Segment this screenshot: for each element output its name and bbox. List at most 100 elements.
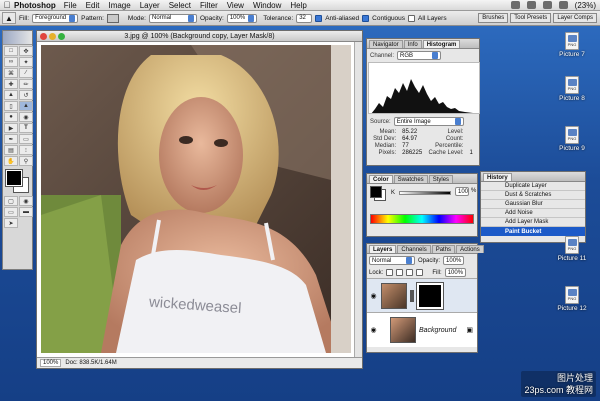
dodge-tool-icon[interactable]: ◉ — [19, 112, 33, 122]
bluetooth-icon[interactable] — [542, 1, 552, 9]
paint-bucket-tool-icon[interactable]: ▲ — [19, 101, 33, 111]
tab-paths[interactable]: Paths — [431, 245, 456, 253]
zoom-field[interactable]: 100% — [40, 359, 62, 367]
lock-pixels-checkbox[interactable] — [396, 269, 404, 276]
tab-info[interactable]: Info — [403, 40, 422, 48]
tab-actions[interactable]: Actions — [456, 245, 484, 253]
layer-row[interactable]: ◉ — [367, 279, 477, 313]
layer-mask-thumbnail[interactable] — [416, 281, 444, 310]
menu-app-name[interactable]: Photoshop — [14, 1, 56, 10]
marquee-tool-icon[interactable]: □ — [4, 46, 18, 56]
blend-mode-select[interactable]: Normal — [369, 256, 415, 265]
contiguous-checkbox[interactable] — [362, 14, 370, 22]
healing-brush-tool-icon[interactable]: ✚ — [4, 79, 18, 89]
type-tool-icon[interactable]: T — [19, 123, 33, 133]
history-item-selected[interactable]: Paint Bucket — [481, 227, 585, 236]
zoom-tool-icon[interactable]: ⚲ — [19, 156, 33, 166]
quick-mask-icon[interactable]: ◉ — [19, 196, 33, 206]
notes-tool-icon[interactable]: ▤ — [4, 145, 18, 155]
magic-wand-tool-icon[interactable]: ✦ — [19, 57, 33, 67]
fill-select[interactable]: Foreground — [32, 13, 79, 23]
document-title-bar[interactable]: 3.jpg @ 100% (Background copy, Layer Mas… — [37, 31, 362, 42]
full-screen-icon[interactable]: ▬ — [19, 207, 33, 217]
hand-tool-icon[interactable]: ✋ — [4, 156, 18, 166]
doc-size[interactable]: Doc: 838.5K/1.64M — [65, 360, 116, 366]
all-layers-checkbox[interactable] — [408, 14, 416, 22]
source-select[interactable]: Entire Image — [393, 117, 464, 126]
paint-bucket-icon[interactable]: ▲ — [2, 12, 16, 24]
move-tool-icon[interactable]: ✥ — [19, 46, 33, 56]
layer-fill-field[interactable]: 100% — [444, 268, 467, 277]
battery-icon[interactable] — [558, 1, 568, 9]
tab-color[interactable]: Color — [369, 175, 393, 183]
screen-mode-icon[interactable]: ▭ — [4, 207, 18, 217]
desktop-file-icon[interactable]: PNG Picture 12 — [552, 286, 592, 312]
tab-tool-presets[interactable]: Tool Presets — [510, 13, 552, 23]
jump-to-imageready-icon[interactable]: ➤ — [4, 218, 18, 228]
eye-icon[interactable]: ◉ — [369, 292, 378, 300]
desktop-file-icon[interactable]: PNG Picture 11 — [552, 236, 592, 262]
color-ramp[interactable] — [370, 214, 474, 224]
desktop-file-icon[interactable]: PNG Picture 7 — [552, 32, 592, 58]
tolerance-field[interactable]: 32 — [296, 13, 313, 23]
k-field[interactable]: 100 — [455, 187, 469, 196]
slice-tool-icon[interactable]: ∕ — [19, 68, 33, 78]
eyedropper-tool-icon[interactable]: ⁝ — [19, 145, 33, 155]
tab-swatches[interactable]: Swatches — [393, 175, 428, 183]
brush-tool-icon[interactable]: ✏ — [19, 79, 33, 89]
desktop-file-icon[interactable]: PNG Picture 9 — [552, 126, 592, 152]
tab-histogram[interactable]: Histogram — [422, 40, 461, 48]
tab-layers[interactable]: Layers — [369, 245, 397, 253]
color-fg-swatch[interactable] — [370, 186, 382, 198]
tab-navigator[interactable]: Navigator — [369, 40, 403, 48]
menu-help[interactable]: Help — [290, 1, 306, 10]
pattern-picker[interactable] — [106, 13, 119, 23]
mode-select[interactable]: Normal — [148, 13, 197, 23]
shape-tool-icon[interactable]: ▭ — [19, 134, 33, 144]
history-brush-tool-icon[interactable]: ↺ — [19, 90, 33, 100]
blur-tool-icon[interactable]: ● — [4, 112, 18, 122]
menu-select[interactable]: Select — [169, 1, 191, 10]
history-item[interactable]: Add Layer Mask — [481, 218, 585, 227]
airport-icon[interactable] — [510, 1, 520, 9]
menu-edit[interactable]: Edit — [86, 1, 100, 10]
menu-view[interactable]: View — [227, 1, 244, 10]
crop-tool-icon[interactable]: ⌘ — [4, 68, 18, 78]
history-item[interactable]: Add Noise — [481, 209, 585, 218]
path-selection-tool-icon[interactable]: ▶ — [4, 123, 18, 133]
menu-file[interactable]: File — [64, 1, 77, 10]
tab-brushes[interactable]: Brushes — [478, 13, 509, 23]
lasso-tool-icon[interactable]: ∞ — [4, 57, 18, 67]
channel-select[interactable]: RGB — [397, 51, 442, 60]
tab-channels[interactable]: Channels — [397, 245, 431, 253]
history-item[interactable]: Dust & Scratches — [481, 191, 585, 200]
standard-mode-icon[interactable]: ▢ — [4, 196, 18, 206]
tab-history[interactable]: History — [483, 173, 512, 181]
tab-styles[interactable]: Styles — [428, 175, 454, 183]
menu-layer[interactable]: Layer — [140, 1, 160, 10]
menu-filter[interactable]: Filter — [200, 1, 218, 10]
menu-image[interactable]: Image — [108, 1, 130, 10]
layer-row[interactable]: ◉ Background ▣ — [367, 313, 477, 347]
layer-opacity-field[interactable]: 100% — [443, 256, 465, 265]
lock-transparency-checkbox[interactable] — [386, 269, 394, 276]
eye-icon[interactable]: ◉ — [369, 326, 378, 334]
image-canvas[interactable]: wickedweasel — [41, 45, 351, 353]
menu-window[interactable]: Window — [253, 1, 281, 10]
opacity-field[interactable]: 100% — [226, 13, 258, 23]
desktop-file-icon[interactable]: PNG Picture 8 — [552, 76, 592, 102]
history-item[interactable]: Gaussian Blur — [481, 200, 585, 209]
photoshop-feather-icon[interactable] — [3, 31, 32, 45]
document-scrollbar[interactable] — [354, 42, 362, 357]
k-slider[interactable] — [399, 191, 451, 195]
lock-position-checkbox[interactable] — [406, 269, 414, 276]
lock-all-checkbox[interactable] — [416, 269, 424, 276]
tab-layer-comps[interactable]: Layer Comps — [553, 13, 597, 23]
volume-icon[interactable] — [526, 1, 536, 9]
pen-tool-icon[interactable]: ✒ — [4, 134, 18, 144]
foreground-color-swatch[interactable] — [5, 169, 23, 187]
history-item[interactable]: Duplicate Layer — [481, 182, 585, 191]
clone-stamp-tool-icon[interactable]: ▲ — [4, 90, 18, 100]
anti-aliased-checkbox[interactable] — [315, 14, 323, 22]
apple-icon[interactable]:  — [0, 0, 14, 10]
